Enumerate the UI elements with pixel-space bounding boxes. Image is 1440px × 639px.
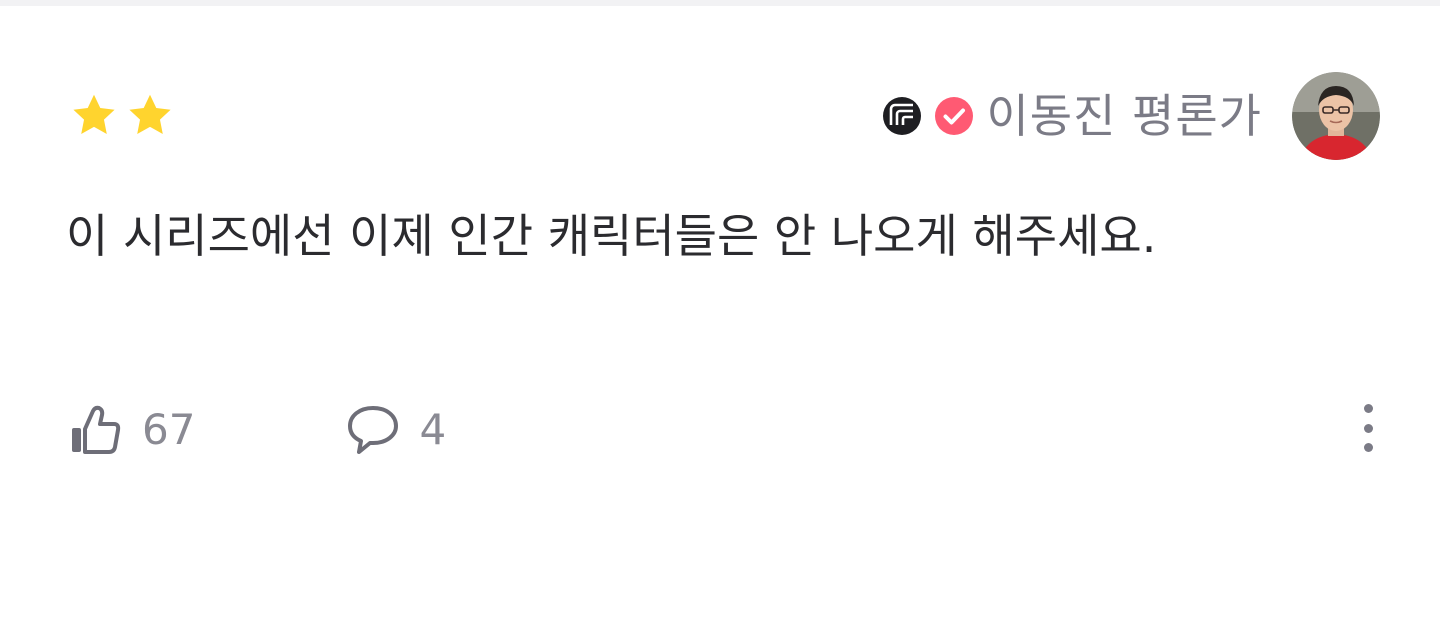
comment-button[interactable]: 4 bbox=[345, 402, 446, 458]
verified-check-icon bbox=[935, 97, 974, 135]
more-vertical-icon bbox=[1363, 404, 1373, 413]
more-options-button[interactable] bbox=[1348, 400, 1388, 456]
star-icon bbox=[129, 94, 171, 134]
thumbs-up-icon bbox=[72, 405, 121, 454]
review-actions: 67 4 bbox=[68, 400, 446, 460]
comment-count: 4 bbox=[419, 405, 447, 454]
top-divider bbox=[0, 0, 1440, 6]
author-name[interactable]: 이동진 평론가 bbox=[986, 93, 1262, 139]
star-rating bbox=[66, 90, 178, 142]
author-info[interactable]: 이동진 평론가 bbox=[882, 72, 1380, 160]
like-count: 67 bbox=[142, 405, 196, 454]
review-text: 이 시리즈에선 이제 인간 캐릭터들은 안 나오게 해주세요. bbox=[66, 209, 1157, 263]
speech-bubble-icon bbox=[348, 406, 399, 454]
critic-badge-icon bbox=[883, 97, 922, 135]
avatar[interactable] bbox=[1292, 72, 1380, 160]
like-button[interactable]: 67 bbox=[68, 402, 195, 458]
star-icon bbox=[73, 94, 115, 134]
